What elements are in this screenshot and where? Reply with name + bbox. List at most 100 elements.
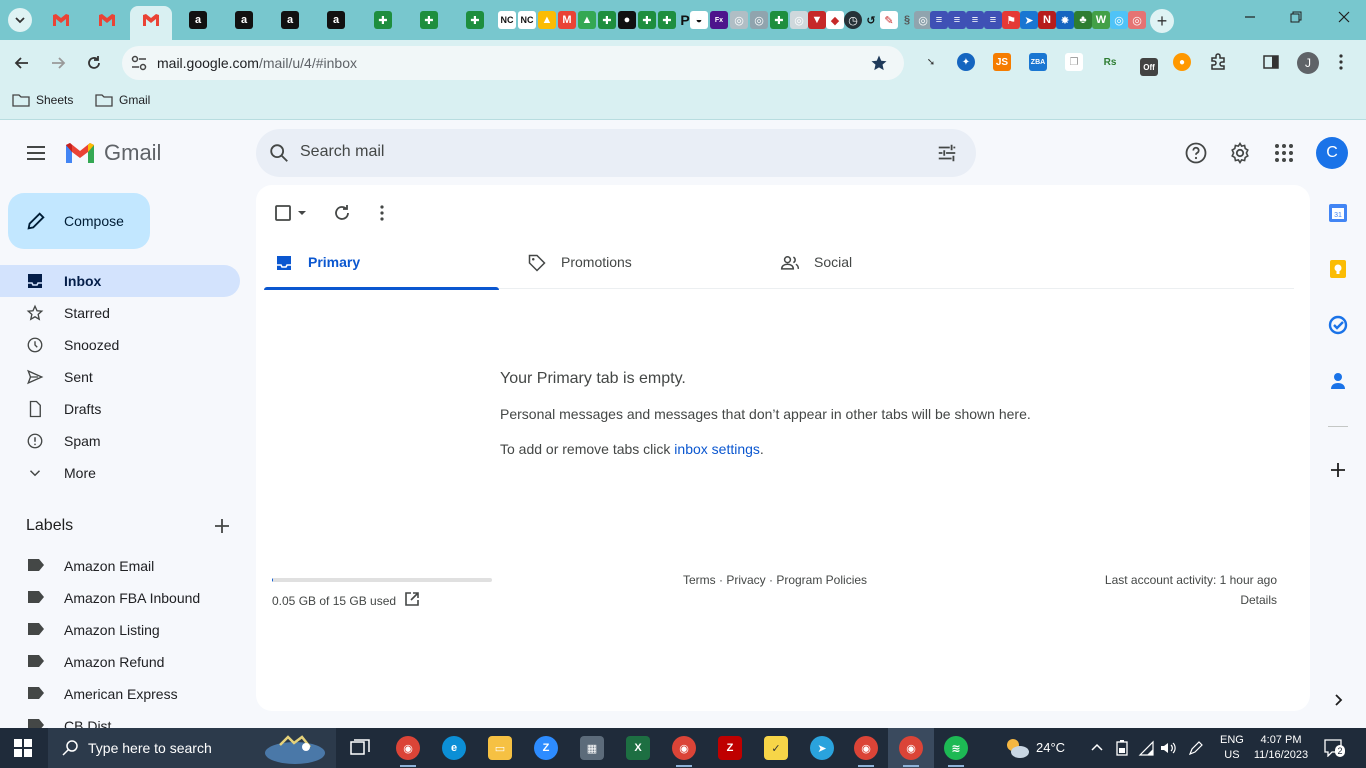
taskbar-file-explorer[interactable]: ▭ — [488, 736, 512, 760]
tab-amazon-5[interactable]: ◒ — [690, 11, 708, 29]
tab-drive-2[interactable]: ▲ — [578, 11, 596, 29]
sidebar-item-drafts[interactable]: Drafts — [0, 393, 240, 425]
calendar-button[interactable]: 31 — [1328, 203, 1348, 223]
new-tab-button[interactable]: + — [1150, 9, 1174, 33]
tab-sheets-6[interactable]: ✚ — [658, 11, 676, 29]
extensions-button[interactable] — [1209, 53, 1227, 71]
tab-history[interactable]: ↺ — [862, 11, 880, 29]
tab-list-2[interactable]: ≡ — [948, 11, 966, 29]
tab-list-3[interactable]: ≡ — [966, 11, 984, 29]
label-item[interactable]: CB Dist — [0, 709, 256, 728]
search-bar[interactable]: Search mail — [256, 129, 976, 177]
tab-sheets-2[interactable]: ✚ — [420, 11, 438, 29]
search-icon[interactable] — [268, 142, 290, 164]
compose-button[interactable]: Compose — [8, 193, 150, 249]
address-bar[interactable]: mail.google.com/mail/u/4/#inbox — [122, 46, 904, 80]
tab-misc-3[interactable]: ◎ — [790, 11, 808, 29]
extension-zba[interactable]: ZBA — [1029, 53, 1047, 71]
start-button[interactable] — [14, 739, 32, 757]
tab-misc-6[interactable]: ◎ — [1128, 11, 1146, 29]
tab-drive[interactable]: ▲ — [538, 11, 556, 29]
manage-storage-button[interactable] — [404, 591, 420, 607]
browser-menu-button[interactable] — [1332, 53, 1350, 71]
tab-chart[interactable]: ◆ — [826, 11, 844, 29]
search-input[interactable]: Search mail — [300, 143, 384, 161]
activity-details-link[interactable]: Details — [1240, 593, 1277, 607]
show-side-panel-button[interactable] — [1328, 690, 1348, 710]
tab-primary[interactable]: Primary — [264, 241, 499, 290]
create-label-button[interactable] — [212, 516, 232, 536]
restore-button[interactable] — [1284, 10, 1308, 28]
settings-button[interactable] — [1228, 141, 1252, 165]
sidebar-item-starred[interactable]: Starred — [0, 297, 240, 329]
footer-links[interactable]: Terms · Privacy · Program Policies — [683, 573, 867, 587]
tab-misc-1[interactable]: ◎ — [730, 11, 748, 29]
get-addons-button[interactable] — [1328, 460, 1348, 480]
taskbar-spotify[interactable]: ≋ — [944, 736, 968, 760]
tab-nc-1[interactable]: NC — [498, 11, 516, 29]
tab-sheets-3[interactable]: ✚ — [466, 11, 484, 29]
browser-profile-avatar[interactable]: J — [1297, 52, 1319, 74]
extension-5[interactable]: ❐ — [1065, 53, 1083, 71]
extension-2[interactable]: ✦ — [957, 53, 975, 71]
tab-fedex[interactable]: Fx — [710, 11, 728, 29]
tasks-button[interactable] — [1328, 315, 1348, 335]
tab-nc-2[interactable]: NC — [518, 11, 536, 29]
minimize-button[interactable] — [1238, 10, 1262, 28]
bookmark-sheets[interactable]: Sheets — [12, 93, 73, 107]
tab-arrow[interactable]: ➤ — [1020, 11, 1038, 29]
tab-star[interactable]: ✸ — [1056, 11, 1074, 29]
tab-list-4[interactable]: ≡ — [984, 11, 1002, 29]
label-item[interactable]: Amazon Listing — [0, 613, 256, 645]
tray-wifi[interactable] — [1138, 740, 1154, 756]
taskbar-search[interactable]: Type here to search — [48, 728, 336, 768]
tab-social[interactable]: Social — [770, 241, 1005, 289]
tab-promotions[interactable]: Promotions — [517, 241, 752, 289]
bookmark-gmail[interactable]: Gmail — [95, 93, 150, 107]
label-item[interactable]: Amazon Email — [0, 549, 256, 581]
tab-pdf[interactable]: ✎ — [880, 11, 898, 29]
sidebar-item-inbox[interactable]: Inbox — [0, 265, 240, 297]
main-menu-button[interactable] — [24, 141, 48, 165]
taskbar-chrome-3[interactable]: ◉ — [854, 736, 878, 760]
weather-icon[interactable] — [1004, 736, 1030, 760]
tab-misc-5[interactable]: ◎ — [1110, 11, 1128, 29]
tab-red-v[interactable]: ▼ — [808, 11, 826, 29]
extension-off[interactable]: Off — [1140, 58, 1158, 76]
extension-1[interactable]: ➘ — [922, 53, 940, 71]
tab-search-button[interactable] — [8, 8, 32, 32]
taskbar-zoom[interactable]: Z — [534, 736, 558, 760]
tab-amazon-4[interactable]: a — [327, 11, 345, 29]
taskbar-edge[interactable]: e — [442, 736, 466, 760]
contacts-button[interactable] — [1328, 371, 1348, 391]
close-window-button[interactable] — [1332, 10, 1356, 28]
tab-gmail-active[interactable] — [130, 6, 172, 40]
tray-pen[interactable] — [1188, 740, 1204, 756]
tab-gmail-small[interactable]: M — [558, 11, 576, 29]
account-avatar[interactable]: C — [1316, 137, 1348, 169]
tab-sheets-1[interactable]: ✚ — [374, 11, 392, 29]
sidebar-item-spam[interactable]: Spam — [0, 425, 240, 457]
tab-amazon-1[interactable]: a — [189, 11, 207, 29]
search-options-icon[interactable] — [936, 142, 958, 164]
taskbar-filezilla[interactable]: Z — [718, 736, 742, 760]
tray-overflow-button[interactable] — [1090, 740, 1106, 756]
tab-sheets-7[interactable]: ✚ — [770, 11, 788, 29]
taskbar-active-app[interactable]: ◉ — [888, 728, 934, 768]
weather-temperature[interactable]: 24°C — [1036, 740, 1065, 755]
system-clock[interactable]: 4:07 PM 11/16/2023 — [1252, 733, 1310, 763]
extension-rs[interactable]: Rs — [1101, 53, 1119, 71]
tab-gmail-1[interactable] — [52, 11, 70, 29]
sidebar-item-sent[interactable]: Sent — [0, 361, 240, 393]
input-language[interactable]: ENG US — [1220, 733, 1244, 763]
taskbar-chrome-2[interactable]: ◉ — [672, 736, 696, 760]
taskbar-calculator[interactable]: ▦ — [580, 736, 604, 760]
tray-volume[interactable] — [1160, 740, 1176, 756]
label-item[interactable]: Amazon FBA Inbound — [0, 581, 256, 613]
tab-clover[interactable]: ♣ — [1074, 11, 1092, 29]
tab-flag[interactable]: ⚑ — [1002, 11, 1020, 29]
google-apps-button[interactable] — [1272, 141, 1296, 165]
taskbar-sticky-notes[interactable]: ✓ — [764, 736, 788, 760]
extension-js[interactable]: JS — [993, 53, 1011, 71]
tray-battery[interactable] — [1114, 740, 1130, 756]
